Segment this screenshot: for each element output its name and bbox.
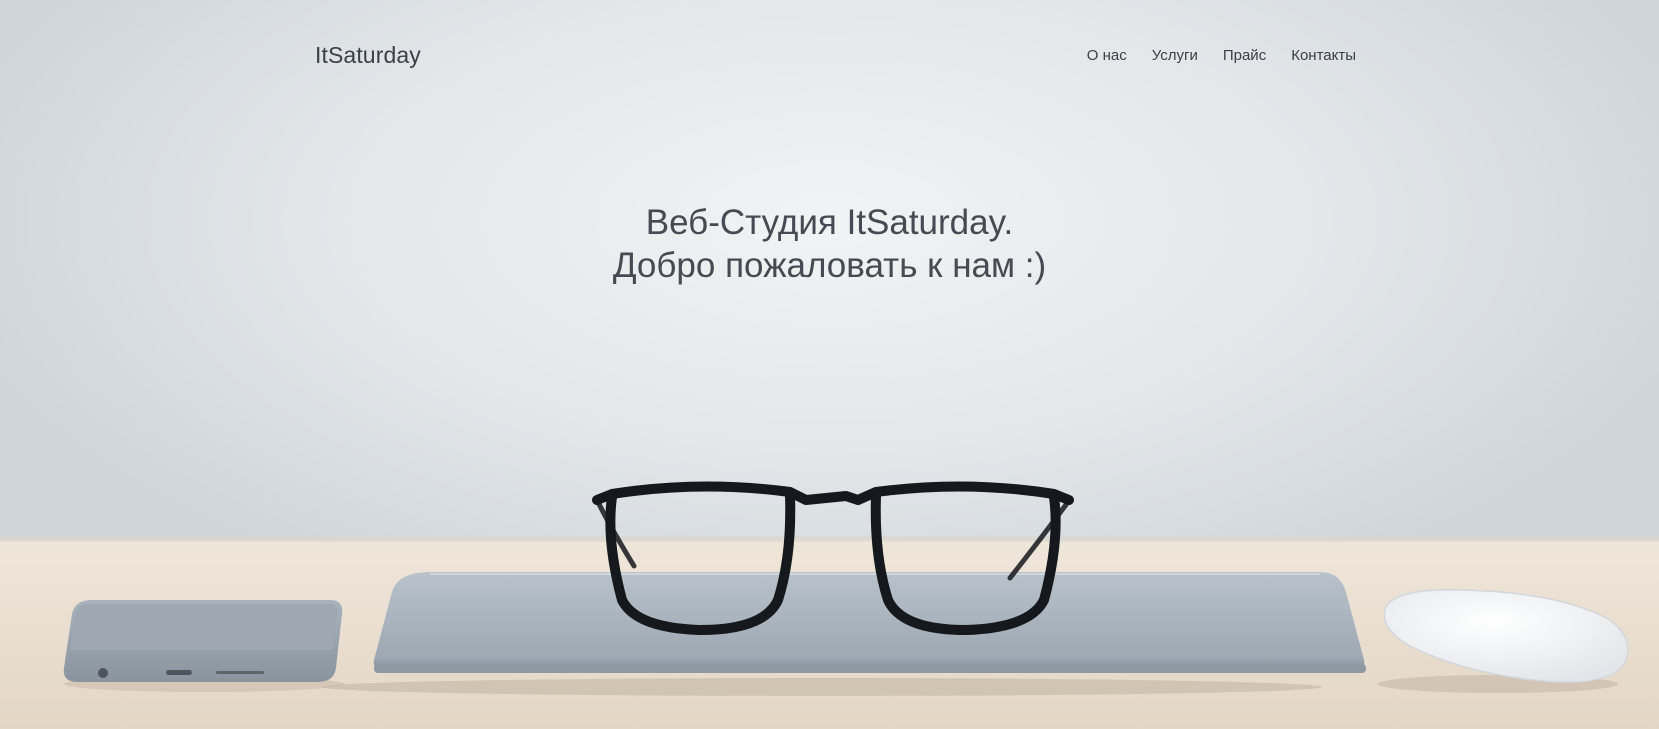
hero-title-line-1: Веб-Студия ItSaturday. — [645, 203, 1014, 242]
site-logo[interactable]: ItSaturday — [315, 42, 421, 69]
nav-item-services: Услуги — [1152, 47, 1198, 65]
phone-graphic — [63, 600, 344, 692]
nav-item-about: О нас — [1087, 47, 1127, 65]
nav-link-about[interactable]: О нас — [1087, 47, 1127, 64]
hero-title-line-2: Добро пожаловать к нам :) — [612, 246, 1047, 285]
hero-headline: Веб-Студия ItSaturday. Добро пожаловать … — [0, 201, 1659, 287]
main-nav: О нас Услуги Прайс Контакты — [1087, 47, 1356, 65]
nav-link-contacts[interactable]: Контакты — [1291, 47, 1356, 64]
nav-item-contacts: Контакты — [1291, 47, 1356, 65]
hero-section: ItSaturday О нас Услуги Прайс Контакты В… — [0, 0, 1659, 729]
nav-item-pricing: Прайс — [1223, 47, 1266, 65]
site-header: ItSaturday О нас Услуги Прайс Контакты — [0, 0, 1659, 110]
nav-link-services[interactable]: Услуги — [1152, 47, 1198, 64]
nav-link-pricing[interactable]: Прайс — [1223, 47, 1266, 64]
